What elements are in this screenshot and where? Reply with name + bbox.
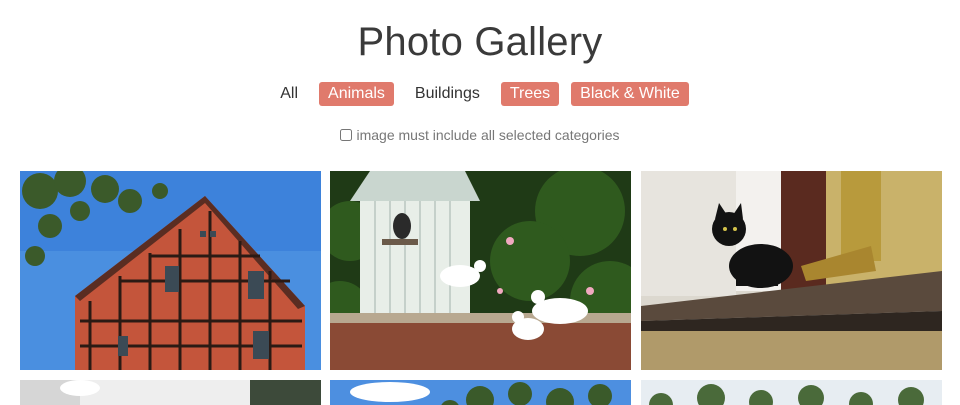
gallery-page: Photo Gallery All Animals Buildings Tree… (0, 0, 960, 405)
photo-sky-trees[interactable] (330, 380, 631, 405)
forest-photo-image (641, 380, 942, 405)
doves-photo-image (330, 171, 631, 370)
photo-forest[interactable] (641, 380, 942, 405)
match-all-label: image must include all selected categori… (356, 127, 620, 143)
sky-photo-image (330, 380, 631, 405)
filter-trees[interactable]: Trees (500, 82, 560, 106)
category-filter-bar: All Animals Buildings Trees Black & Whit… (0, 82, 960, 106)
cat-photo-image (641, 171, 942, 370)
photo-grid (20, 171, 942, 405)
page-title: Photo Gallery (357, 20, 603, 64)
photo-black-cat-roof[interactable] (641, 171, 942, 370)
photo-white-wall[interactable] (20, 380, 321, 405)
filter-buildings[interactable]: Buildings (406, 82, 489, 106)
match-all-option[interactable]: image must include all selected categori… (0, 127, 960, 143)
photo-half-timbered-house[interactable] (20, 171, 321, 370)
match-all-checkbox[interactable] (340, 129, 353, 141)
filter-black-white[interactable]: Black & White (571, 82, 689, 106)
photo-doves-dovecote[interactable] (330, 171, 631, 370)
wall-photo-image (20, 380, 321, 405)
house-photo-image (20, 171, 321, 370)
filter-animals[interactable]: Animals (319, 82, 394, 106)
filter-all[interactable]: All (271, 82, 307, 106)
